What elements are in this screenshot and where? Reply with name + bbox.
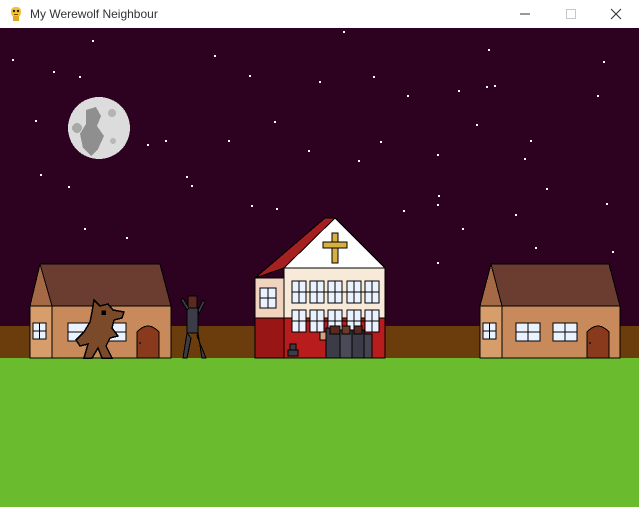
title-bar: My Werewolf Neighbour [0, 0, 639, 28]
minimize-icon[interactable] [502, 0, 548, 28]
window-title: My Werewolf Neighbour [30, 7, 158, 21]
right-house [479, 262, 621, 359]
moon [68, 97, 130, 159]
close-icon[interactable] [593, 0, 639, 28]
game-canvas[interactable] [0, 28, 639, 507]
maximize-icon[interactable] [548, 0, 594, 28]
pygame-snake-icon [11, 7, 21, 21]
ground [0, 358, 639, 507]
